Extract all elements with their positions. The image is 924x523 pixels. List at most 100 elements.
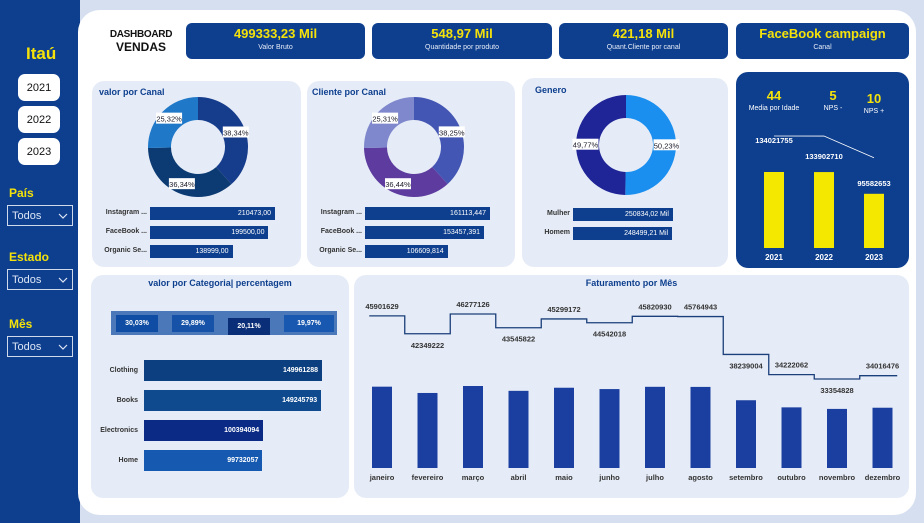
donut-slice[interactable] [414, 97, 464, 184]
kpi-label: Valor Bruto [258, 44, 293, 51]
percent-segment[interactable]: 30,03% [116, 315, 158, 332]
month-tick-label: março [462, 473, 485, 482]
bar[interactable]: 248499,21 Mil [573, 227, 673, 240]
month-data-label: 45820930 [638, 302, 671, 311]
month-bar[interactable] [645, 386, 665, 468]
bar[interactable]: 138999,00 [150, 245, 233, 258]
chevron-down-icon [58, 277, 68, 283]
bar-category-label: Instagram ... [320, 209, 362, 216]
year-bar-chart: 2021 2022 2023 134021755 133902710 95582653 [755, 135, 891, 262]
month-tick-label: setembro [729, 473, 763, 482]
year-button-2021[interactable]: 2021 [18, 74, 60, 101]
month-bar[interactable] [736, 400, 756, 468]
year-data-label: 134021755 [755, 136, 793, 145]
slice-label: 38,25% [439, 128, 465, 137]
chart-title: Genero [535, 85, 567, 95]
kpi-canal: FaceBook campaign Canal [736, 23, 909, 59]
bar-chart: Mulher 250834,02 Mil Homem 248499,21 Mil [522, 207, 728, 267]
bar[interactable]: 106609,814 [365, 245, 448, 258]
stat-label: Media por Idade [748, 105, 800, 112]
category-bar[interactable]: 99732057 [144, 450, 263, 471]
donut-slice[interactable] [364, 147, 448, 197]
month-bar[interactable] [508, 390, 529, 468]
kpi-value: 421,18 Mil [612, 26, 675, 41]
panel-valor-canal: valor por Canal 38,34% 36,34% 25,32% Insta… [92, 81, 301, 267]
month-data-label: 44542018 [593, 330, 626, 339]
percent-segment[interactable]: 19,97% [284, 315, 334, 332]
slice-label: 25,31% [372, 115, 398, 124]
page-title-line1: DASHBOARD [109, 29, 173, 40]
month-bar[interactable] [599, 389, 620, 468]
month-data-label: 42349222 [411, 341, 444, 350]
kpi-cliente-canal: 421,18 Mil Quant.Cliente por canal [559, 23, 728, 59]
month-data-label: 45901629 [365, 302, 398, 311]
filter-select-mes[interactable]: Todos [7, 336, 73, 357]
category-label: Clothing [109, 367, 138, 374]
bar-category-label: Instagram ... [105, 209, 147, 216]
month-bar[interactable] [872, 407, 893, 468]
category-bar[interactable]: 149961288 [144, 360, 322, 381]
month-bar[interactable] [417, 392, 438, 468]
filter-select-estado[interactable]: Todos [7, 269, 73, 290]
year-bar[interactable] [814, 172, 834, 248]
kpi-valor-bruto: 499333,23 Mil Valor Bruto [186, 23, 365, 59]
bar-chart: Instagram ... 161113,447 FaceBook ... 15345… [307, 207, 515, 267]
category-bar[interactable]: 100394094 [144, 420, 264, 441]
month-bar[interactable] [690, 386, 711, 468]
panel-categoria: valor por Categoria| percentagem 30,03% 2… [91, 275, 349, 498]
kpi-value: 499333,23 Mil [233, 26, 318, 41]
slice-label: 38,34% [223, 128, 249, 137]
chevron-down-icon [58, 344, 68, 350]
month-tick-label: janeiro [369, 473, 395, 482]
kpi-value: FaceBook campaign [759, 26, 886, 41]
bar[interactable]: 210473,00 [150, 207, 275, 220]
bar-category-label: Organic Se... [319, 247, 362, 254]
slice-label: 50,23% [654, 141, 680, 150]
brand-logo: Itaú [26, 44, 57, 63]
percent-segment[interactable]: 29,89% [172, 315, 214, 332]
bar-chart: Instagram ... 210473,00 FaceBook ... 199500… [92, 207, 301, 267]
year-button-2023[interactable]: 2023 [18, 138, 60, 165]
month-bar[interactable] [827, 408, 847, 468]
year-button-2022[interactable]: 2022 [18, 106, 60, 133]
stat-value: 44 [766, 88, 782, 103]
month-chart: janeiro fevereiro março abril maio junho julho… [365, 300, 900, 482]
donut-chart: 38,34% 36,34% 25,32% [148, 97, 249, 197]
year-bar[interactable] [764, 172, 784, 248]
category-bar[interactable]: 149245793 [144, 390, 322, 411]
month-tick-label: julho [645, 473, 664, 482]
kpi-value: 548,97 Mil [431, 26, 493, 41]
filter-label-pais: País [9, 186, 34, 200]
month-tick-label: outubro [777, 473, 806, 482]
year-data-label: 133902710 [805, 152, 843, 161]
stat-label: NPS + [863, 108, 885, 115]
month-bar[interactable] [372, 386, 392, 468]
stat-value: 5 [829, 88, 837, 103]
donut-chart: 50,23% 49,77% [572, 95, 680, 195]
bar[interactable]: 199500,00 [150, 226, 269, 239]
month-tick-label: maio [555, 473, 573, 482]
filter-value-pais: Todos [12, 209, 42, 222]
bar[interactable]: 161113,447 [365, 207, 490, 220]
bar-category-label: FaceBook ... [320, 228, 362, 235]
bar[interactable]: 250834,02 Mil [573, 208, 673, 221]
month-tick-label: novembro [819, 473, 856, 482]
year-bar[interactable] [864, 193, 884, 248]
donut-chart: 38,25% 36,44% 25,31% [364, 97, 465, 197]
month-tick-label: agosto [688, 473, 713, 482]
month-bar[interactable] [781, 407, 802, 468]
filter-select-pais[interactable]: Todos [7, 205, 73, 226]
chevron-down-icon [58, 213, 68, 219]
bar-category-label: Organic Se... [104, 247, 147, 254]
month-data-label: 34222062 [775, 361, 808, 370]
panel-cliente-canal: Cliente por Canal 38,25% 36,44% 25,31% Ins… [307, 81, 515, 267]
month-bar[interactable] [554, 387, 574, 468]
bar[interactable]: 153457,391 [365, 226, 485, 239]
chart-title: valor por Categoria| percentagem [148, 278, 292, 288]
month-bar[interactable] [463, 386, 483, 468]
donut-slice[interactable] [198, 97, 248, 185]
donut-slice[interactable] [148, 147, 232, 197]
month-data-label: 38239004 [729, 361, 763, 370]
category-label: Books [116, 397, 138, 404]
percent-segment[interactable]: 20,11% [228, 318, 270, 335]
